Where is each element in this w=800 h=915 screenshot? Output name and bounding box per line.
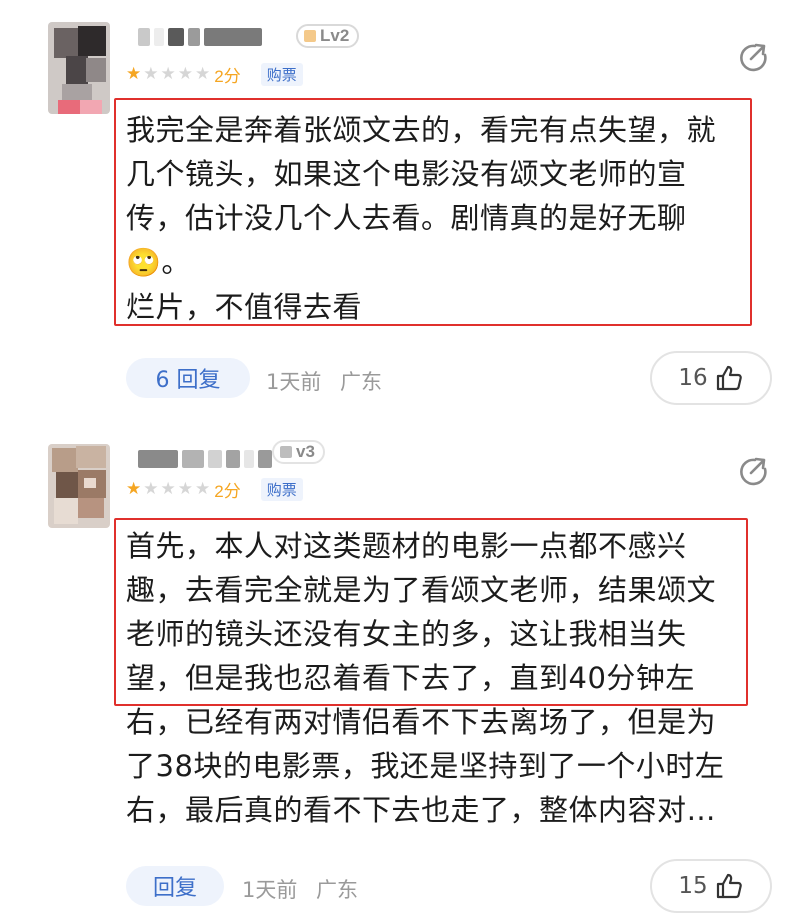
comment-line: 首先，本人对这类题材的电影一点都不感兴 xyxy=(126,529,687,563)
thumbs-up-icon xyxy=(716,365,742,391)
star-icon: ★ xyxy=(195,63,211,84)
share-icon[interactable] xyxy=(736,454,770,488)
comment-card: Lv2 ★ ★ ★ ★ ★ 2分 购票 我完全是奔着张颂文去的，看完有点失望，就… xyxy=(0,0,800,412)
level-badge: v3 xyxy=(272,440,325,464)
ticket-tag: 购票 xyxy=(260,62,303,86)
comment-line: 右，已经有两对情侣看不下去离场了，但是为 xyxy=(126,705,717,739)
star-icon: ★ xyxy=(160,63,176,84)
time-label: 1天前 xyxy=(242,878,298,902)
eye-roll-emoji: 🙄 xyxy=(126,246,162,279)
like-count: 16 xyxy=(678,365,708,391)
location-label: 广东 xyxy=(340,370,382,394)
thumbs-up-icon xyxy=(716,873,742,899)
star-icon: ★ xyxy=(195,478,211,499)
comment-line: 我完全是奔着张颂文去的，看完有点失望，就 xyxy=(126,113,717,147)
star-rating: ★ ★ ★ ★ ★ xyxy=(126,478,211,499)
level-icon xyxy=(304,30,316,42)
share-icon[interactable] xyxy=(736,40,770,74)
comment-line: 老师的镜头还没有女主的多，这让我相当失 xyxy=(126,617,687,651)
comment-line: 趣，去看完全就是为了看颂文老师，结果颂文 xyxy=(126,573,717,607)
avatar[interactable] xyxy=(48,444,110,528)
star-icon: ★ xyxy=(143,478,159,499)
comment-line: 传，估计没几个人去看。剧情真的是好无聊 xyxy=(126,201,687,235)
time-label: 1天前 xyxy=(266,370,322,394)
star-icon: ★ xyxy=(177,478,193,499)
star-icon: ★ xyxy=(143,63,159,84)
comment-body: 首先，本人对这类题材的电影一点都不感兴 趣，去看完全就是为了看颂文老师，结果颂文… xyxy=(126,524,724,832)
comment-line: 右，最后真的看不下去也走了，整体内容对… xyxy=(126,793,717,827)
star-icon: ★ xyxy=(177,63,193,84)
username-blurred[interactable] xyxy=(138,450,272,468)
comment-body: 我完全是奔着张颂文去的，看完有点失望，就 几个镜头，如果这个电影没有颂文老师的宣… xyxy=(126,108,716,329)
avatar[interactable] xyxy=(48,22,110,114)
comment-line: 望，但是我也忍着看下去了，直到40分钟左 xyxy=(126,661,695,695)
like-count: 15 xyxy=(678,873,708,899)
reply-button[interactable]: 6 回复 xyxy=(126,358,250,398)
like-button[interactable]: 15 xyxy=(650,859,772,913)
ticket-tag: 购票 xyxy=(260,477,303,501)
rating-row: ★ ★ ★ ★ ★ 2分 购票 xyxy=(126,62,303,86)
location-label: 广东 xyxy=(316,878,358,902)
score-label: 2分 xyxy=(214,66,241,86)
level-badge: Lv2 xyxy=(296,24,360,48)
comment-line: 几个镜头，如果这个电影没有颂文老师的宣 xyxy=(126,157,687,191)
star-rating: ★ ★ ★ ★ ★ xyxy=(126,63,211,84)
comment-card: v3 ★ ★ ★ ★ ★ 2分 购票 首先，本人对这类题材的电影一点都不感兴 趣… xyxy=(0,418,800,915)
reply-button[interactable]: 回复 xyxy=(126,866,224,906)
star-icon: ★ xyxy=(160,478,176,499)
username-blurred[interactable] xyxy=(138,28,262,46)
like-button[interactable]: 16 xyxy=(650,351,772,405)
level-icon xyxy=(280,446,292,458)
rating-row: ★ ★ ★ ★ ★ 2分 购票 xyxy=(126,477,303,501)
score-label: 2分 xyxy=(214,481,241,501)
comment-line: 🙄。 xyxy=(126,245,191,279)
star-icon: ★ xyxy=(126,478,142,499)
comment-line: 了38块的电影票，我还是坚持到了一个小时左 xyxy=(126,749,725,783)
comment-line: 烂片，不值得去看 xyxy=(126,290,363,324)
star-icon: ★ xyxy=(126,63,142,84)
